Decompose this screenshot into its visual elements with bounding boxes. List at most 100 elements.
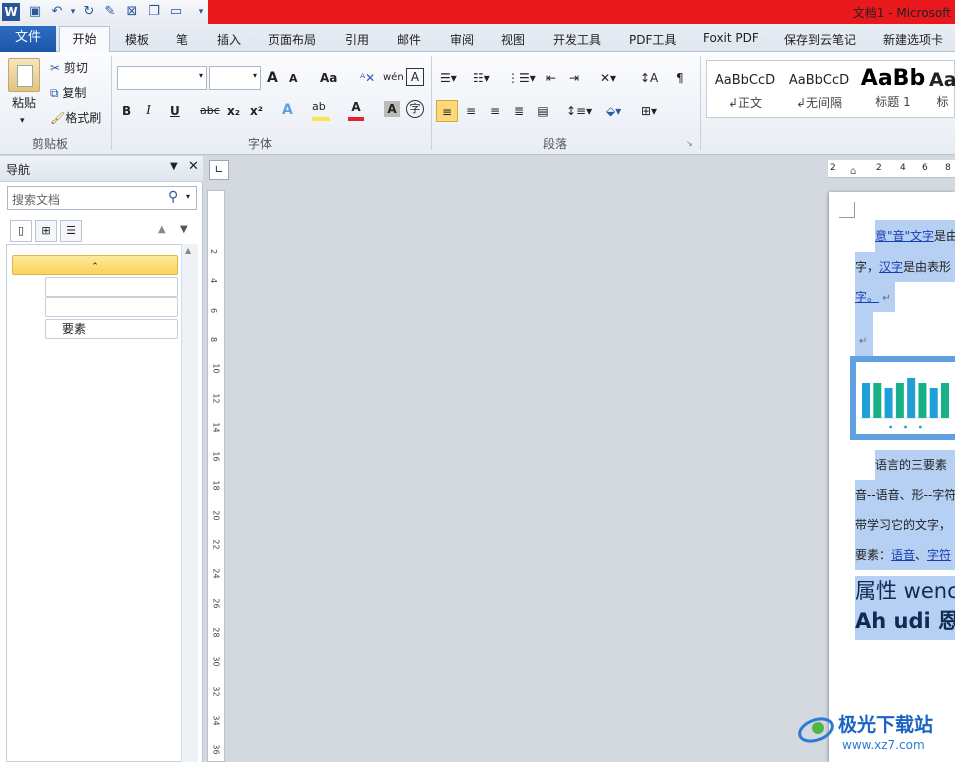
tab-file[interactable]: 文件 [0, 26, 56, 52]
tab-selector-button[interactable]: ∟ [209, 160, 229, 180]
underline-button[interactable]: U [170, 100, 180, 122]
word-logo-icon[interactable]: W [2, 3, 20, 21]
tab-developer[interactable]: 开发工具 [553, 31, 601, 51]
styles-gallery[interactable]: AaBbCcD ↲正文 AaBbCcD ↲无间隔 AaBb 标题 1 AaI 标 [706, 60, 955, 118]
nav-heading-item[interactable] [45, 297, 178, 317]
nav-heading-item[interactable]: ⌃ [12, 255, 178, 275]
nav-options-icon[interactable]: ▼ [170, 161, 178, 172]
tab-references[interactable]: 引用 [345, 31, 369, 51]
char-shading-icon[interactable]: A [384, 101, 400, 117]
vertical-ruler[interactable]: 2 4 6 8 10 12 14 16 18 20 22 24 26 28 30 32 34 36 [207, 190, 225, 762]
font-name-select[interactable]: ▾ [117, 66, 207, 90]
search-icon[interactable]: ⚲ [168, 189, 178, 205]
tab-view[interactable]: 视图 [501, 31, 525, 51]
superscript-button[interactable]: x² [250, 100, 263, 122]
tab-pen[interactable]: 笔 [176, 31, 188, 51]
document-page[interactable]: 意"音"文字是由 字，汉字是由表形 字。 ↵ ↵ 语言的三要素 音--语音、形-… [829, 192, 955, 762]
strikethrough-button[interactable]: abc [200, 100, 220, 122]
tab-new-tab[interactable]: 新建选项卡 [883, 31, 943, 51]
char-border-icon[interactable]: A [406, 68, 424, 86]
tab-template[interactable]: 模板 [125, 31, 149, 51]
doc-link[interactable]: 汉字 [879, 260, 903, 274]
style-preview: AaBbCcD [788, 73, 850, 88]
doc-heading: 属性 wenc [855, 576, 955, 606]
numbering-icon[interactable]: ☷▾ [473, 67, 490, 89]
line-spacing-icon[interactable]: ↕≡▾ [566, 100, 592, 122]
nav-scrollbar[interactable]: ▲ [181, 244, 198, 762]
bold-button[interactable]: B [122, 100, 131, 122]
style-normal[interactable]: AaBbCcD ↲正文 [709, 63, 781, 115]
paste-icon[interactable] [8, 58, 40, 92]
paste-dropdown-icon[interactable]: ▾ [20, 110, 25, 132]
align-left-icon[interactable]: ≡ [436, 100, 458, 122]
increase-indent-icon[interactable]: ⇥ [569, 67, 579, 89]
customize-toolbar-icon[interactable]: ▾ [192, 3, 210, 21]
align-center-icon[interactable]: ≡ [462, 100, 480, 122]
grow-font-button[interactable]: A [267, 67, 278, 89]
style-heading-2[interactable]: AaI 标 [929, 63, 955, 115]
nav-search-input[interactable]: 搜索文档 ⚲ ▾ [7, 186, 197, 210]
highlight-icon[interactable]: ab [312, 99, 330, 121]
tab-review[interactable]: 审阅 [450, 31, 474, 51]
edit-doc-icon[interactable]: ✎ [101, 3, 119, 21]
clear-format-icon[interactable]: ᴬ✕ [360, 67, 375, 89]
style-name: 标 [936, 95, 949, 109]
collapse-icon: ⌃ [91, 262, 99, 272]
indent-marker-icon[interactable]: ⌂ [850, 166, 856, 177]
font-size-select[interactable]: ▾ [209, 66, 261, 90]
horizontal-ruler[interactable]: 2 2 4 6 8 ⌂ [828, 160, 955, 178]
italic-button[interactable]: I [146, 100, 151, 122]
tab-browse-results[interactable]: ☰ [60, 220, 82, 242]
doc-link[interactable]: 意"音"文字 [875, 229, 934, 243]
phonetic-guide-icon[interactable]: wén [383, 67, 404, 89]
next-heading-icon[interactable]: ▼ [180, 224, 188, 235]
chinese-layout-icon[interactable]: ✕▾ [600, 67, 616, 89]
style-no-spacing[interactable]: AaBbCcD ↲无间隔 [783, 63, 855, 115]
print-preview-icon[interactable]: ⊠ [123, 3, 141, 21]
tab-save-cloud-note[interactable]: 保存到云笔记 [784, 31, 856, 51]
style-heading-1[interactable]: AaBb 标题 1 [857, 63, 929, 115]
multilevel-list-icon[interactable]: ⋮☰▾ [507, 67, 536, 89]
reading-mode-icon[interactable]: ▭ [167, 3, 185, 21]
change-case-button[interactable]: Aa [320, 67, 337, 89]
align-right-icon[interactable]: ≡ [486, 100, 504, 122]
shading-icon[interactable]: ⬙▾ [606, 100, 621, 122]
nav-heading-item[interactable] [45, 277, 178, 297]
ruler-tick: 20 [211, 510, 221, 521]
tab-home[interactable]: 开始 [59, 26, 110, 53]
font-color-icon[interactable]: A [348, 99, 364, 121]
borders-icon[interactable]: ⊞▾ [641, 100, 657, 122]
save-icon[interactable]: ▣ [26, 3, 44, 21]
decrease-indent-icon[interactable]: ⇤ [546, 67, 556, 89]
enclose-char-icon[interactable]: 字 [406, 100, 424, 118]
shrink-font-button[interactable]: A [289, 68, 298, 90]
cut-button[interactable]: ✂ 剪切 [50, 57, 88, 79]
sort-icon[interactable]: ↕A [640, 67, 658, 89]
distribute-icon[interactable]: ▤ [534, 100, 552, 122]
tab-page-layout[interactable]: 页面布局 [268, 31, 316, 51]
nav-heading-item[interactable]: 要素 [45, 319, 178, 339]
doc-link[interactable]: 字。 [855, 290, 879, 304]
copy-button[interactable]: ⧉ 复制 [50, 82, 86, 104]
new-window-icon[interactable]: ❐ [145, 3, 163, 21]
previous-heading-icon[interactable]: ▲ [158, 224, 166, 235]
chevron-down-icon[interactable]: ▾ [186, 192, 190, 201]
subscript-button[interactable]: x₂ [227, 100, 240, 122]
justify-icon[interactable]: ≣ [510, 100, 528, 122]
show-marks-icon[interactable]: ¶ [676, 67, 684, 89]
bullets-icon[interactable]: ☰▾ [440, 67, 457, 89]
tab-browse-pages[interactable]: ⊞ [35, 220, 57, 242]
format-painter-button[interactable]: 🖌格式刷 [50, 107, 101, 129]
text-effects-icon[interactable]: A [282, 99, 293, 121]
doc-link[interactable]: 字符 [927, 548, 951, 562]
dialog-launcher-icon[interactable]: ↘ [686, 139, 693, 148]
tab-browse-headings[interactable]: ▯ [10, 220, 32, 242]
redo-icon[interactable]: ↻ [80, 3, 98, 21]
close-icon[interactable]: ✕ [188, 159, 199, 174]
tab-pdf-tools[interactable]: PDF工具 [629, 31, 676, 51]
tab-foxit-pdf[interactable]: Foxit PDF [703, 31, 759, 51]
chart-frame[interactable] [850, 356, 955, 440]
tab-insert[interactable]: 插入 [217, 31, 241, 51]
tab-mailings[interactable]: 邮件 [397, 31, 421, 51]
doc-link[interactable]: 语音 [891, 548, 915, 562]
